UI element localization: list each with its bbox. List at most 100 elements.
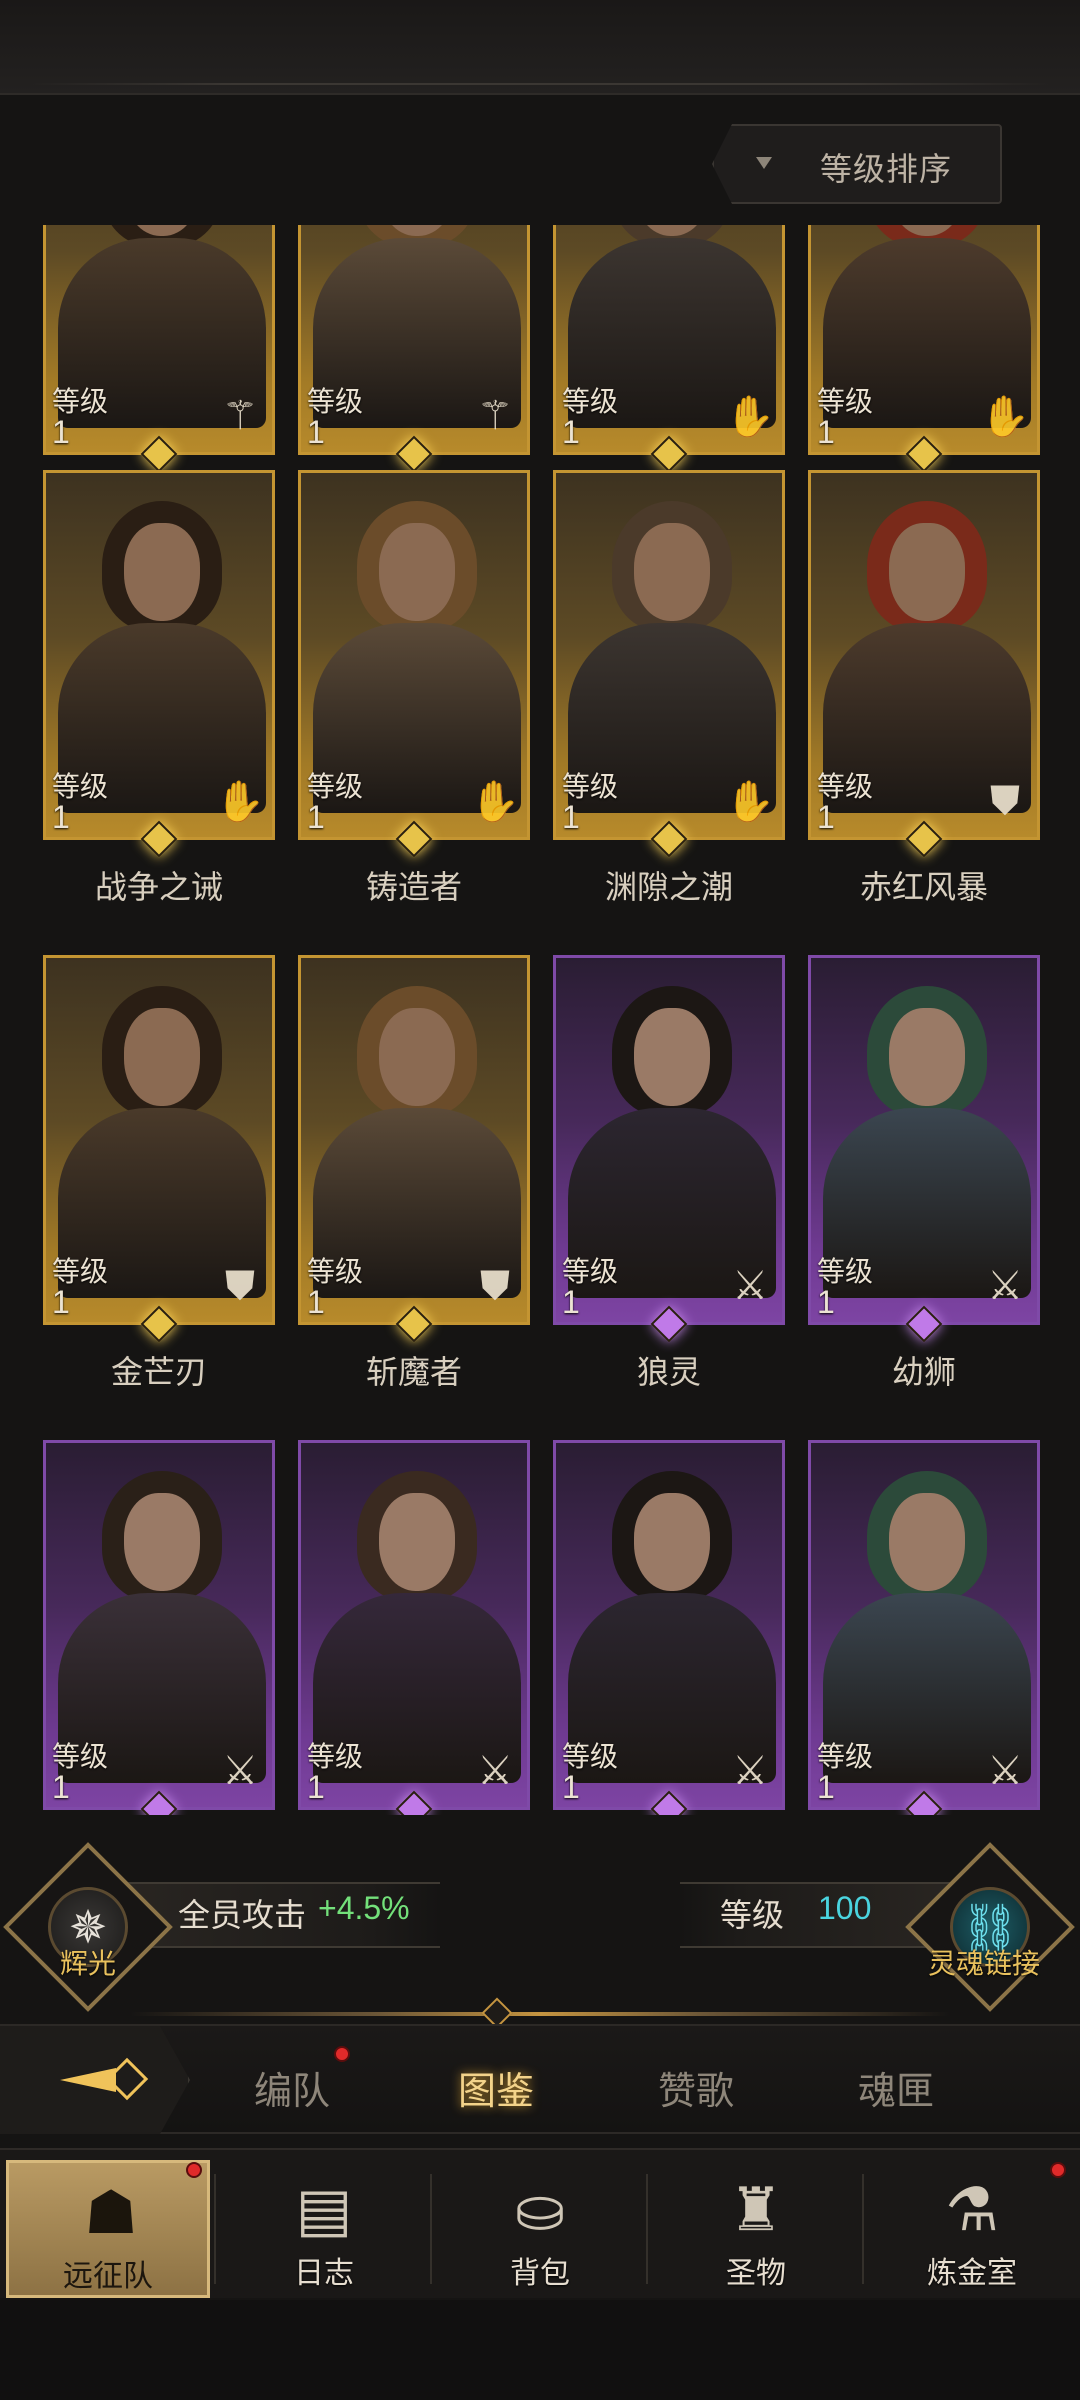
nav-bag[interactable]: ⛀ 背包: [438, 2160, 642, 2298]
nav-horned-helmet[interactable]: ☗ 远征队: [6, 2160, 210, 2298]
back-button[interactable]: [0, 2026, 190, 2134]
nav-chalice[interactable]: ♜ 圣物: [654, 2160, 858, 2298]
hero-name: 狼灵: [636, 1354, 701, 1390]
sword-icon: ⚔: [477, 1749, 513, 1793]
tab-soul-box[interactable]: 魂匣: [826, 2060, 966, 2115]
hero-card[interactable]: 等级 1 ⚔: [553, 1440, 785, 1810]
nav-separator: [862, 2174, 864, 2284]
nav-label: 炼金室: [927, 2257, 1017, 2290]
hero-name: 赤红风暴: [859, 869, 988, 905]
shield-icon: ⛊: [480, 1263, 510, 1308]
nav-label: 远征队: [63, 2260, 153, 2293]
nav-label: 圣物: [726, 2257, 786, 2290]
level-label: 等级: [720, 1897, 785, 1933]
nav-badge: [1050, 2162, 1066, 2178]
hero-level-value: 1: [562, 1769, 580, 1805]
portrait-face: [124, 1008, 200, 1106]
hero-card[interactable]: 等级 1 ⚔: [553, 955, 785, 1325]
hero-card[interactable]: 等级 1 ⛊: [808, 470, 1040, 840]
nav-label: 背包: [510, 2257, 570, 2290]
diamond-icon: [105, 2057, 149, 2101]
dropdown-triangle-icon: [756, 157, 772, 169]
hand-icon: ✋: [470, 779, 520, 824]
shield-icon: ⛊: [990, 778, 1020, 823]
nav-separator: [646, 2174, 648, 2284]
hero-level-value: 1: [52, 799, 70, 835]
sword-icon: ⚔: [987, 1264, 1023, 1308]
hero-card[interactable]: 等级 1 ✋: [553, 225, 785, 455]
hero-card[interactable]: 等级 1 ✋: [43, 470, 275, 840]
hero-name: 战争之诫: [94, 869, 223, 905]
tab-formation[interactable]: 编队: [222, 2060, 362, 2115]
hero-name: 斩魔者: [365, 1354, 462, 1390]
hero-card[interactable]: 等级 1 ⚔: [298, 1440, 530, 1810]
hero-card[interactable]: 等级 1 ⚔: [43, 1440, 275, 1810]
hero-name: 金芒刃: [110, 1354, 207, 1390]
level-value: 100: [818, 1890, 872, 1926]
hero-card[interactable]: 等级 1 ⚚: [43, 225, 275, 455]
hero-card[interactable]: 等级 1 ✋: [553, 470, 785, 840]
nav-separator: [214, 2174, 216, 2284]
portrait-face: [634, 1008, 710, 1106]
portrait-face: [379, 1008, 455, 1106]
hero-level-value: 1: [307, 799, 325, 835]
hero-collection-grid: 等级1⚚虐焰等级1⚚孤塔的监视者等级1✋北方的预言者等级1✋守林人等级1✋战争之…: [0, 225, 1080, 1815]
sort-button[interactable]: 等级排序: [712, 124, 1002, 204]
hero-level-value: 1: [52, 414, 70, 450]
radiance-caption: 辉光: [60, 1948, 117, 1979]
hero-card[interactable]: 等级 1 ⚚: [298, 225, 530, 455]
hero-card[interactable]: 等级 1 ✋: [808, 225, 1040, 455]
attack-value: +4.5%: [318, 1890, 410, 1926]
hero-card[interactable]: 等级 1 ⛊: [43, 955, 275, 1325]
scroll-icon: ▤: [295, 2176, 353, 2243]
hero-level-value: 1: [817, 1769, 835, 1805]
hero-level-value: 1: [817, 799, 835, 835]
hero-level-value: 1: [52, 1769, 70, 1805]
tab-codex[interactable]: 图鉴: [426, 2060, 566, 2115]
shield-icon: ⛊: [225, 1263, 255, 1308]
staff-icon: ⚚: [477, 394, 513, 438]
nav-scroll[interactable]: ▤ 日志: [222, 2160, 426, 2298]
hero-card[interactable]: 等级 1 ⚔: [808, 955, 1040, 1325]
portrait-face: [889, 523, 965, 621]
horned-helmet-icon: ☗: [84, 2179, 138, 2246]
hand-icon: ✋: [725, 394, 775, 439]
hero-level-value: 1: [817, 1284, 835, 1320]
hero-level-value: 1: [562, 414, 580, 450]
bag-icon: ⛀: [514, 2176, 566, 2243]
top-banner: [0, 0, 1080, 95]
portrait-face: [124, 523, 200, 621]
hero-level-value: 1: [817, 414, 835, 450]
nav-label: 日志: [294, 2257, 354, 2290]
hero-level-value: 1: [562, 1284, 580, 1320]
portrait-face: [124, 1493, 200, 1591]
bottom-band: [0, 2300, 1080, 2400]
nav-separator: [430, 2174, 432, 2284]
bottom-nav: ☗ 远征队 ▤ 日志 ⛀ 背包 ♜ 圣物 ⚗ 炼金室: [0, 2148, 1080, 2298]
hero-level-value: 1: [307, 1284, 325, 1320]
sword-icon: ⚔: [987, 1749, 1023, 1793]
chalice-icon: ♜: [729, 2176, 783, 2243]
hero-level-value: 1: [307, 414, 325, 450]
radiance-emblem[interactable]: ✵: [3, 1842, 173, 2012]
hero-card[interactable]: 等级 1 ✋: [298, 470, 530, 840]
hand-icon: ✋: [215, 779, 265, 824]
hero-name: 幼狮: [891, 1354, 956, 1390]
alchemy-icon: ⚗: [945, 2176, 999, 2243]
hero-name: 渊隙之潮: [604, 869, 733, 905]
tab-hymns[interactable]: 赞歌: [626, 2060, 766, 2115]
nav-alchemy[interactable]: ⚗ 炼金室: [870, 2160, 1074, 2298]
hero-level-value: 1: [562, 799, 580, 835]
nav-badge: [186, 2162, 202, 2178]
hero-card[interactable]: 等级 1 ⚔: [808, 1440, 1040, 1810]
sword-icon: ⚔: [732, 1264, 768, 1308]
hero-level-value: 1: [52, 1284, 70, 1320]
hand-icon: ✋: [725, 779, 775, 824]
sword-icon: ⚔: [222, 1749, 258, 1793]
soul-link-emblem[interactable]: ⛓: [905, 1842, 1075, 2012]
stat-bar: ✵ 辉光 全员攻击 +4.5% 等级 100 ⛓ 灵魂链接: [0, 1830, 1080, 2012]
hero-name: 铸造者: [365, 869, 462, 905]
hero-card[interactable]: 等级 1 ⛊: [298, 955, 530, 1325]
portrait-face: [379, 1493, 455, 1591]
portrait-face: [889, 1008, 965, 1106]
